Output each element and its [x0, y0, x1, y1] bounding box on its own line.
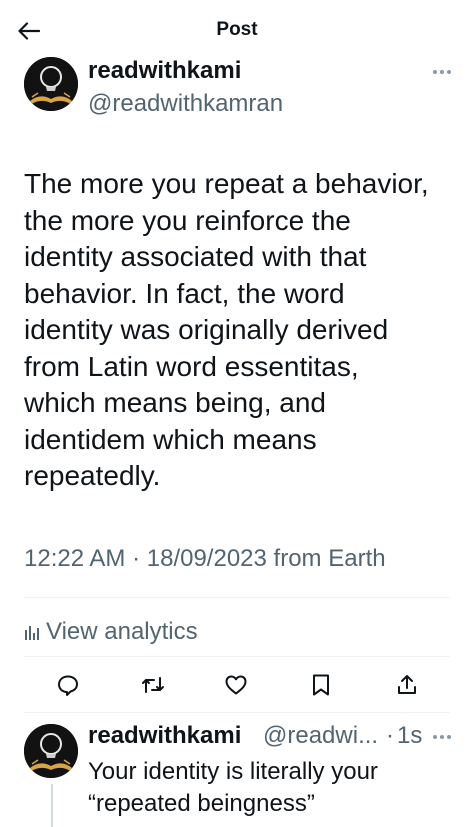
post-text: The more you repeat a behavior, the more… — [24, 166, 454, 495]
repost-button[interactable] — [139, 671, 167, 699]
author-name[interactable]: readwithkami — [88, 57, 241, 85]
post-text-line: repeatedly. — [24, 460, 161, 491]
post-meta: 12:22 AM · 18/09/2023 from Earth — [24, 545, 386, 573]
like-button[interactable] — [222, 671, 250, 699]
reply-text-line: Your identity is literally your — [88, 758, 378, 785]
divider — [24, 712, 450, 713]
post-text-line: identidem which means — [24, 423, 317, 455]
top-bar: Post — [0, 0, 474, 58]
share-button[interactable] — [393, 671, 421, 699]
divider — [24, 597, 450, 598]
repost-icon — [142, 677, 164, 693]
post-text-line: the more you reinforce the — [24, 204, 351, 236]
post-text-line: The more you repeat a behavior, — [24, 168, 429, 199]
reply-author-name[interactable]: readwithkami — [88, 722, 241, 750]
bookmark-icon — [313, 674, 329, 696]
bookmark-button[interactable] — [307, 671, 335, 699]
post-text-line: behavior. In fact, the word — [24, 277, 345, 309]
reply-age: 1s — [397, 722, 423, 749]
reply-more-options-button[interactable] — [428, 727, 456, 747]
reply-separator: · — [386, 722, 394, 749]
meta-separator: · — [132, 545, 141, 572]
analytics-label: View analytics — [46, 618, 198, 645]
post-text-line: which means being, and — [24, 387, 326, 418]
reply-text-line: “repeated beingness” — [88, 790, 315, 817]
author-handle[interactable]: @readwithkamran — [88, 90, 283, 118]
post-text-line: from Latin word essentitas, — [24, 350, 359, 382]
reply-button[interactable] — [54, 671, 82, 699]
post-date[interactable]: 18/09/2023 — [147, 545, 267, 572]
analytics-icon — [25, 626, 39, 640]
divider — [24, 656, 450, 657]
share-icon — [398, 675, 416, 694]
page-title: Post — [216, 19, 258, 40]
heart-icon — [225, 675, 247, 695]
post-text-line: identity associated with that — [24, 241, 367, 272]
post-time[interactable]: 12:22 AM — [24, 545, 125, 572]
reply-author-handle[interactable]: @readwi... — [263, 722, 378, 750]
thread-line — [51, 784, 53, 827]
author-avatar[interactable] — [24, 57, 78, 111]
reply-text: Your identity is literally your “repeate… — [88, 756, 378, 820]
more-dots-icon — [433, 735, 451, 739]
reply-icon — [58, 675, 78, 696]
post-text-line: identity was originally derived — [24, 314, 389, 345]
more-options-button[interactable] — [428, 62, 456, 82]
more-dots-icon — [433, 70, 451, 74]
post-source: from Earth — [273, 545, 386, 572]
view-analytics-link[interactable]: View analytics — [24, 618, 198, 646]
reply-author-avatar[interactable] — [24, 724, 78, 778]
